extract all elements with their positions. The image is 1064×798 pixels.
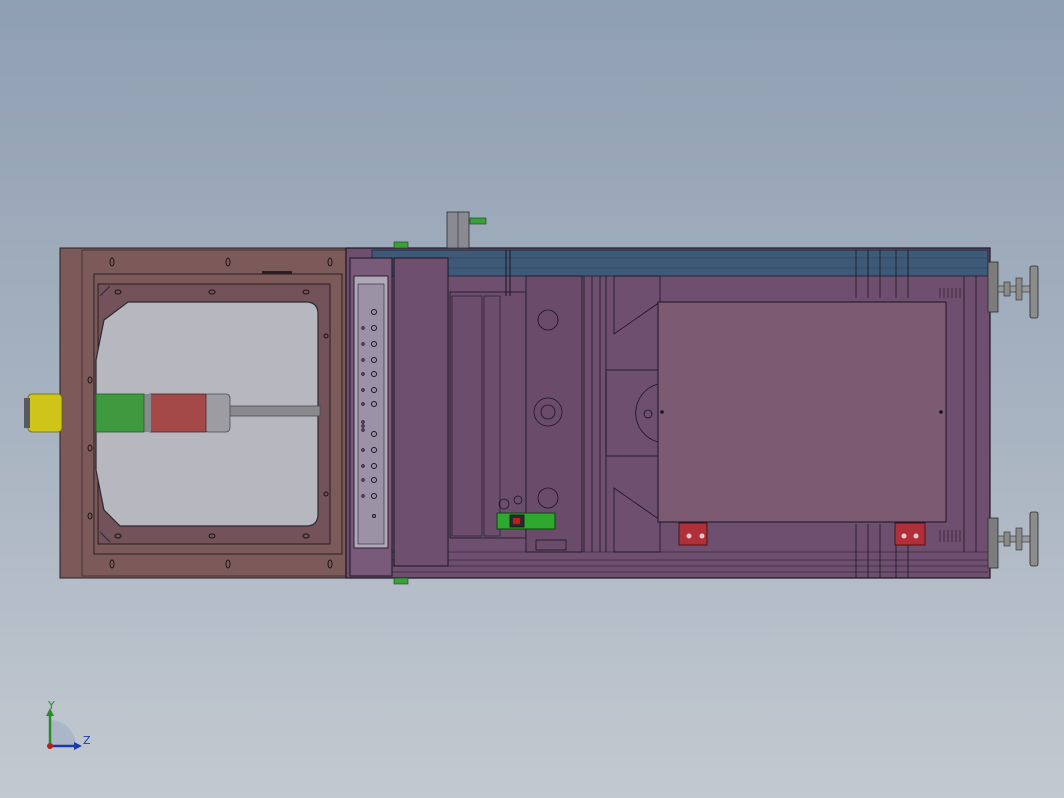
- foot-top: [987, 261, 1039, 319]
- tower-rod: [225, 405, 321, 417]
- triad-plane: [50, 720, 76, 746]
- cad-viewport[interactable]: Y Z: [0, 0, 1064, 798]
- frame-slot: [262, 271, 292, 274]
- y-axis-label: Y: [48, 699, 55, 712]
- origin-dot: [47, 743, 53, 749]
- tower-base: [24, 398, 30, 428]
- control-panel[interactable]: [349, 257, 449, 577]
- top-handle[interactable]: [446, 211, 487, 249]
- green-clip-top: [393, 241, 409, 249]
- green-clip-bottom: [393, 577, 409, 585]
- mechanism-block[interactable]: [449, 250, 583, 553]
- tower-red-segment: [149, 393, 207, 433]
- assembly-drawing[interactable]: [0, 0, 1064, 798]
- tower-cap: [203, 393, 231, 433]
- z-axis-label: Z: [83, 734, 91, 747]
- tower-separator: [144, 394, 151, 432]
- z-arrow-head: [74, 742, 82, 750]
- green-switch[interactable]: [496, 512, 556, 530]
- tower-green-segment: [95, 393, 145, 433]
- tower-yellow-segment: [27, 393, 63, 433]
- coordinate-triad: Y Z: [40, 700, 100, 760]
- leveling-feet[interactable]: [987, 261, 1039, 569]
- foot-bottom: [987, 511, 1039, 569]
- panel-door: [393, 257, 449, 567]
